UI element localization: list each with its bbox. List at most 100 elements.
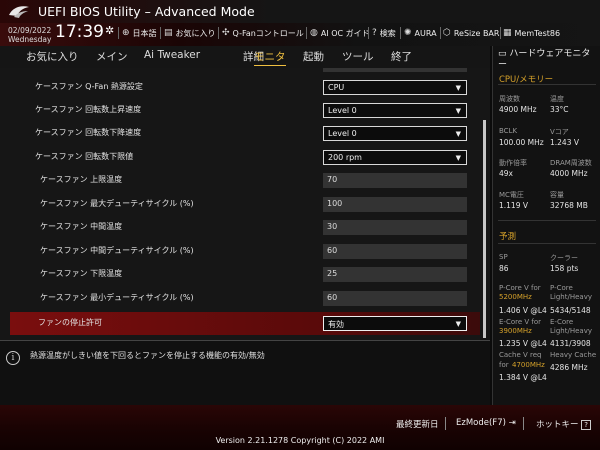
toolbar-separator <box>306 27 307 39</box>
setting-row: ケースファン 回転数下降速度 Level 0 ▼ <box>0 122 480 145</box>
aura-icon: ✺ <box>404 28 412 38</box>
setting-label: ケースファン 最小デューティサイクル (%) <box>40 293 194 302</box>
setting-label: ファンの停止許可 <box>38 318 102 327</box>
sp-value: 86 <box>499 264 509 273</box>
ecore-light-label: E-Core <box>550 318 574 326</box>
last-modified-button[interactable]: 最終更新日 <box>396 418 439 430</box>
setting-row-selected[interactable]: ファンの停止許可 有効 ▼ <box>10 312 480 335</box>
globe-icon: ⊕ <box>122 28 130 38</box>
toolbar-separator <box>440 27 441 39</box>
pcore-light-heavy-label: Light/Heavy <box>550 293 592 301</box>
resize-bar-button[interactable]: ⬡ ReSize BAR <box>443 26 499 40</box>
setting-row: ケースファン 下限温度 25 <box>0 263 480 286</box>
monitor-icon: ▭ <box>498 49 507 59</box>
divider <box>498 84 596 85</box>
capacity-value: 32768 MB <box>550 201 588 210</box>
info-icon: i <box>6 351 20 365</box>
fan-stop-select[interactable]: 有効 ▼ <box>323 316 467 331</box>
memtest-button[interactable]: ▦ MemTest86 <box>503 26 560 40</box>
ai-oc-guide-button[interactable]: ◍ AI OC ガイド <box>310 26 370 40</box>
tab-exit[interactable]: 終了 <box>391 49 412 64</box>
setting-row: ケースファン 上限温度 70 <box>0 169 480 192</box>
select-value: Level 0 <box>328 106 357 115</box>
max-duty-input[interactable]: 100 <box>323 197 467 212</box>
date-text: 02/09/2022 <box>8 26 52 35</box>
speed-low-limit-select[interactable]: 200 rpm ▼ <box>323 150 467 165</box>
main-nav: お気に入り メイン Ai Tweaker 詳細 モニタ 起動 ツール 終了 <box>0 46 490 68</box>
favorites-icon: ▤ <box>164 28 173 38</box>
select-value: 有効 <box>328 320 344 329</box>
weekday-text: Wednesday <box>8 35 52 44</box>
select-value: CPU <box>328 83 345 92</box>
search-icon: ? <box>372 28 377 38</box>
cpu-freq-value: 4900 MHz <box>499 105 537 114</box>
setting-row: ケースファン 中間温度 30 <box>0 216 480 239</box>
help-text: 熱源温度がしきい値を下回るとファンを停止する機能の有効/無効 <box>30 351 265 360</box>
scrollbar-thumb[interactable] <box>483 120 486 338</box>
qfan-control-button[interactable]: ✣ Q-Fanコントロール <box>222 26 304 40</box>
dram-freq-value: 4000 MHz <box>550 169 588 178</box>
favorites-label: お気に入り <box>175 28 216 38</box>
setting-row: ケースファン 最大デューティサイクル (%) 100 <box>0 193 480 216</box>
pcore-freq: 5200MHz <box>499 293 532 301</box>
favorites-button[interactable]: ▤ お気に入り <box>164 26 216 40</box>
header-bar: UEFI BIOS Utility – Advanced Mode 02/09/… <box>0 0 600 46</box>
setting-row: ケースファン 回転数下限値 200 rpm ▼ <box>0 146 480 169</box>
cache-label: Cache V req <box>499 351 542 359</box>
hardware-monitor-panel: ▭ ハードウェアモニター CPU/メモリー 周波数 4900 MHz 温度 33… <box>492 46 600 405</box>
divider <box>498 220 596 221</box>
cache-voltage: 1.384 V @L4 <box>499 373 547 382</box>
tab-tool[interactable]: ツール <box>342 49 374 64</box>
toolbar-separator <box>368 27 369 39</box>
middle-duty-input[interactable]: 60 <box>323 244 467 259</box>
tab-boot[interactable]: 起動 <box>303 49 324 64</box>
scrolled-field-edge <box>323 68 467 72</box>
tab-monitor[interactable]: モニタ <box>254 49 286 66</box>
dram-freq-label: DRAM周波数 <box>550 159 592 167</box>
heavy-cache-label: Heavy Cache <box>550 351 597 359</box>
dropdown-caret-icon: ▼ <box>455 154 461 162</box>
dropdown-caret-icon: ▼ <box>455 107 461 115</box>
toolbar-separator <box>218 27 219 39</box>
ai-oc-icon: ◍ <box>310 28 318 38</box>
middle-temp-input[interactable]: 30 <box>323 220 467 235</box>
settings-gear-icon[interactable]: ✲ <box>105 24 114 37</box>
setting-label: ケースファン 中間温度 <box>40 222 123 231</box>
setting-label: ケースファン 上限温度 <box>40 175 123 184</box>
lower-temp-input[interactable]: 25 <box>323 267 467 282</box>
pcore-light-label: P-Core <box>550 284 573 292</box>
cpu-temp-label: 温度 <box>550 95 564 103</box>
tab-ai-tweaker[interactable]: Ai Tweaker <box>144 49 200 61</box>
ezmode-button[interactable]: EzMode(F7) ⇥ <box>456 418 516 428</box>
divider <box>498 243 596 244</box>
toolbar-separator <box>400 27 401 39</box>
qfan-control-label: Q-Fanコントロール <box>232 28 304 38</box>
dropdown-caret-icon: ▼ <box>455 130 461 138</box>
min-duty-input[interactable]: 60 <box>323 291 467 306</box>
setting-label: ケースファン 回転数下降速度 <box>35 128 142 137</box>
hw-monitor-title-text: ハードウェアモニター <box>498 49 591 70</box>
tab-main[interactable]: メイン <box>96 49 128 64</box>
ratio-label: 動作倍率 <box>499 159 527 167</box>
step-down-select[interactable]: Level 0 ▼ <box>323 126 467 141</box>
hotkeys-label: ホットキー <box>536 420 579 430</box>
ratio-value: 49x <box>499 169 513 178</box>
help-panel: i 熱源温度がしきい値を下回るとファンを停止する機能の有効/無効 <box>0 340 490 405</box>
language-button[interactable]: ⊕ 日本語 <box>122 26 157 40</box>
setting-label: ケースファン 下限温度 <box>40 269 123 278</box>
qfan-source-select[interactable]: CPU ▼ <box>323 80 467 95</box>
tab-favorites[interactable]: お気に入り <box>26 49 79 64</box>
ecore-label: E-Core V for <box>499 318 542 326</box>
upper-temp-input[interactable]: 70 <box>323 173 467 188</box>
fan-icon: ✣ <box>222 28 230 38</box>
hotkeys-button[interactable]: ホットキー ? <box>536 418 591 430</box>
bclk-label: BCLK <box>499 127 518 135</box>
search-button[interactable]: ? 検索 <box>372 26 396 40</box>
setting-row: ケースファン 回転数上昇速度 Level 0 ▼ <box>0 99 480 122</box>
toolbar-separator <box>500 27 501 39</box>
step-up-select[interactable]: Level 0 ▼ <box>323 103 467 118</box>
resize-bar-label: ReSize BAR <box>453 28 500 38</box>
aura-button[interactable]: ✺ AURA <box>404 26 437 40</box>
mc-voltage-value: 1.119 V <box>499 201 528 210</box>
dropdown-caret-icon: ▼ <box>455 84 461 92</box>
